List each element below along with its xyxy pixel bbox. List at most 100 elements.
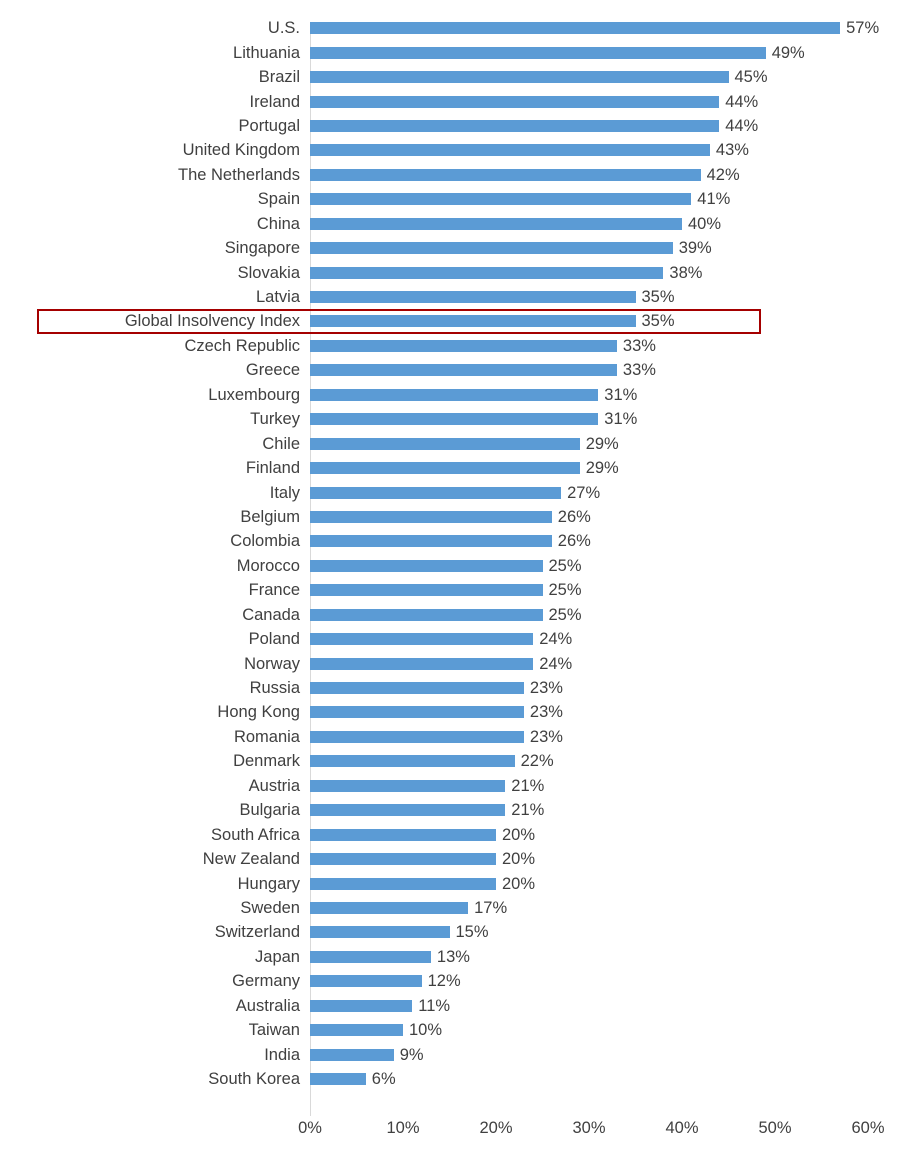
category-label: Norway [244, 654, 300, 673]
bar-value-label: 21% [511, 800, 545, 819]
bar-value-label: 11% [418, 996, 451, 1015]
category-label: Turkey [250, 409, 300, 428]
category-label: The Netherlands [178, 165, 300, 184]
bar-row: Canada 25% [0, 603, 897, 627]
bar-value-label: 26% [557, 507, 591, 526]
bar [310, 755, 515, 768]
bar-track [310, 462, 580, 475]
bar [310, 901, 469, 914]
bar-row: Hong Kong 23% [0, 700, 897, 724]
category-label: Greece [245, 361, 300, 380]
bar [310, 315, 636, 328]
bar-value-label: 25% [548, 605, 582, 624]
category-label: Poland [248, 629, 300, 648]
bar-track [310, 535, 552, 548]
bar-row: Turkey 31% [0, 407, 897, 431]
bar [310, 119, 720, 132]
bar [310, 266, 664, 279]
category-label: Finland [245, 458, 300, 477]
category-label: South Africa [211, 825, 300, 844]
bar-value-label: 41% [697, 190, 731, 209]
category-label: Latvia [255, 287, 300, 306]
bar-track [310, 828, 496, 841]
bar-row: France 25% [0, 578, 897, 602]
x-tick-label: 40% [665, 1119, 699, 1137]
x-tick-label: 60% [851, 1119, 885, 1137]
bar [310, 1073, 366, 1086]
bar-value-label: 23% [529, 678, 563, 697]
bar [310, 437, 580, 450]
bar-track [310, 71, 729, 84]
bar-row: Belgium 26% [0, 505, 897, 529]
bar-value-label: 26% [557, 532, 591, 551]
bar-track [310, 339, 617, 352]
bar-track [310, 266, 664, 279]
category-label: Switzerland [214, 923, 300, 942]
bar-row: Slovakia 38% [0, 260, 897, 284]
x-tick-label: 0% [298, 1119, 322, 1137]
bar-value-label: 42% [706, 165, 740, 184]
category-label: Romania [233, 727, 300, 746]
bar-track [310, 144, 710, 157]
bar-value-label: 35% [641, 287, 675, 306]
bar-value-label: 24% [539, 654, 573, 673]
bar-row: Finland 29% [0, 456, 897, 480]
category-label: Austria [248, 776, 300, 795]
bar-row: Lithuania 49% [0, 40, 897, 64]
bar-row: South Africa 20% [0, 822, 897, 846]
bar-track [310, 217, 682, 230]
category-label: Singapore [224, 238, 300, 257]
bar-track [310, 364, 617, 377]
bar-track [310, 242, 673, 255]
bar-track [310, 413, 599, 426]
bar-track [310, 730, 524, 743]
category-label: Slovakia [237, 263, 300, 282]
category-label: Taiwan [248, 1020, 300, 1039]
category-label: Russia [249, 678, 300, 697]
bar-row: Brazil 45% [0, 65, 897, 89]
bar [310, 339, 617, 352]
bar-value-label: 43% [715, 141, 749, 160]
bar [310, 608, 543, 621]
bar [310, 975, 422, 988]
bar [310, 926, 450, 939]
bar [310, 828, 496, 841]
category-label: South Korea [208, 1069, 300, 1088]
bar [310, 584, 543, 597]
bar-row: Russia 23% [0, 676, 897, 700]
bar [310, 950, 431, 963]
bar-row: Sweden 17% [0, 896, 897, 920]
bar-value-label: 25% [548, 556, 582, 575]
bar-row: Colombia 26% [0, 529, 897, 553]
category-label: Hungary [237, 874, 300, 893]
bar-row: Australia 11% [0, 994, 897, 1018]
bar-row: India 9% [0, 1042, 897, 1066]
bar-track [310, 437, 580, 450]
bar [310, 535, 552, 548]
bar [310, 95, 720, 108]
bar-value-label: 25% [548, 581, 582, 600]
category-label: France [248, 581, 300, 600]
bar-value-label: 27% [567, 483, 601, 502]
bar-track [310, 95, 720, 108]
bar-row: Taiwan 10% [0, 1018, 897, 1042]
bar-row: Romania 23% [0, 725, 897, 749]
bar-track [310, 657, 534, 670]
x-tick-label: 10% [386, 1119, 420, 1137]
x-axis-tick-labels: 0% 10% 20% 30% 40% 50% 60% [0, 1120, 897, 1150]
bar-row: Czech Republic 33% [0, 334, 897, 358]
bar [310, 462, 580, 475]
bar [310, 633, 534, 646]
bar [310, 291, 636, 304]
bar [310, 388, 599, 401]
bar-track [310, 46, 766, 59]
bar-row: Spain 41% [0, 187, 897, 211]
bar-row: New Zealand 20% [0, 847, 897, 871]
bar [310, 486, 562, 499]
bar [310, 877, 496, 890]
category-label: Brazil [258, 67, 300, 86]
bar-value-label: 33% [622, 336, 656, 355]
category-label: Bulgaria [239, 800, 300, 819]
bar-track [310, 486, 562, 499]
bar-row: Poland 24% [0, 627, 897, 651]
